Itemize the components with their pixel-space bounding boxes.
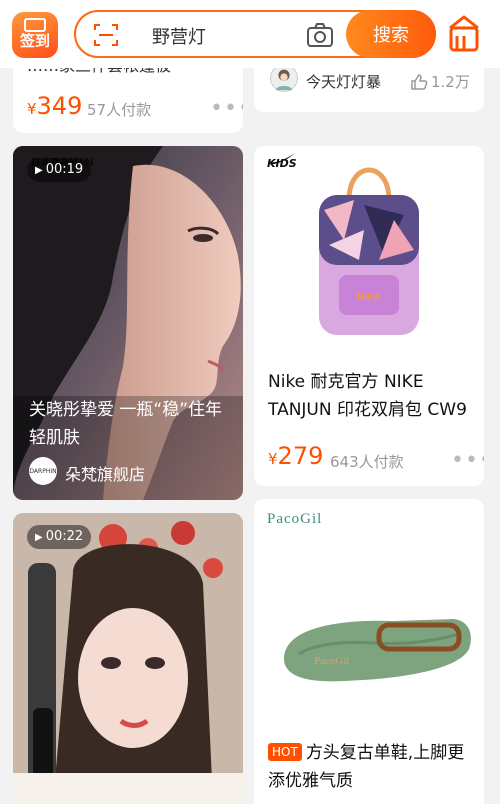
signin-label: 签到 bbox=[19, 32, 50, 50]
like-count: 1.2万 bbox=[431, 73, 470, 91]
product-title: Nike 耐克官方 NIKE TANJUN 印花双肩包 CW9 bbox=[268, 372, 467, 420]
camera-icon[interactable] bbox=[306, 22, 334, 48]
product-card[interactable]: PacoGil PacoGil HOT 方头复古单鞋,上脚更添优雅气质 bbox=[254, 499, 484, 804]
play-icon: ▶ bbox=[35, 532, 43, 543]
video-card[interactable]: ▶ 00:22 bbox=[13, 513, 243, 804]
gift-icon bbox=[24, 18, 46, 32]
video-thumbnail bbox=[13, 513, 243, 804]
product-image: NIKE bbox=[319, 167, 419, 335]
product-title: HOT 方头复古单鞋,上脚更添优雅气质 bbox=[268, 743, 465, 791]
video-title: 关晓彤挚爱 一瓶“稳”住年轻肌肤 bbox=[29, 400, 223, 448]
store-name[interactable]: 朵梵旗舰店 bbox=[65, 461, 145, 485]
store-logo: DARPHIN bbox=[29, 457, 57, 485]
video-duration: ▶ 00:22 bbox=[27, 525, 92, 549]
video-duration: ▶ 00:19 bbox=[27, 158, 92, 182]
thumb-up-icon[interactable] bbox=[410, 73, 428, 91]
product-card[interactable]: KIDS NIKE Nike 耐克官方 NIKE TANJUN 印花双肩包 CW… bbox=[254, 146, 484, 486]
search-input[interactable]: 野营灯 bbox=[152, 23, 206, 49]
search-button[interactable]: 搜索 bbox=[346, 10, 436, 58]
product-price: ¥279 bbox=[268, 442, 324, 470]
sold-count: 57人付款 bbox=[87, 101, 152, 119]
svg-text:PacoGil: PacoGil bbox=[314, 655, 349, 667]
signin-button[interactable]: 签到 bbox=[12, 12, 58, 58]
avatar bbox=[270, 64, 298, 92]
scan-icon[interactable] bbox=[94, 23, 118, 47]
top-bar: 签到 野营灯 搜索 bbox=[0, 0, 500, 68]
sold-count: 643人付款 bbox=[330, 453, 404, 471]
play-icon: ▶ bbox=[35, 165, 43, 176]
more-icon[interactable]: ••• bbox=[451, 450, 484, 472]
video-card[interactable]: DARPHIN ▶ 00:19 关晓彤挚爱 一瓶“稳”住年轻肌肤 DARPHIN … bbox=[13, 146, 243, 500]
author-name: 今天灯灯暴 bbox=[306, 73, 382, 91]
search-box[interactable]: 野营灯 搜索 bbox=[74, 10, 436, 58]
more-icon[interactable]: ••• bbox=[210, 98, 243, 120]
hot-badge: HOT bbox=[268, 743, 302, 761]
product-price: ¥349 bbox=[27, 92, 83, 120]
shop-icon[interactable] bbox=[446, 14, 482, 54]
product-image: PacoGil bbox=[284, 619, 471, 682]
brand-logo: PacoGil bbox=[267, 511, 323, 527]
svg-text:NIKE: NIKE bbox=[357, 292, 381, 303]
